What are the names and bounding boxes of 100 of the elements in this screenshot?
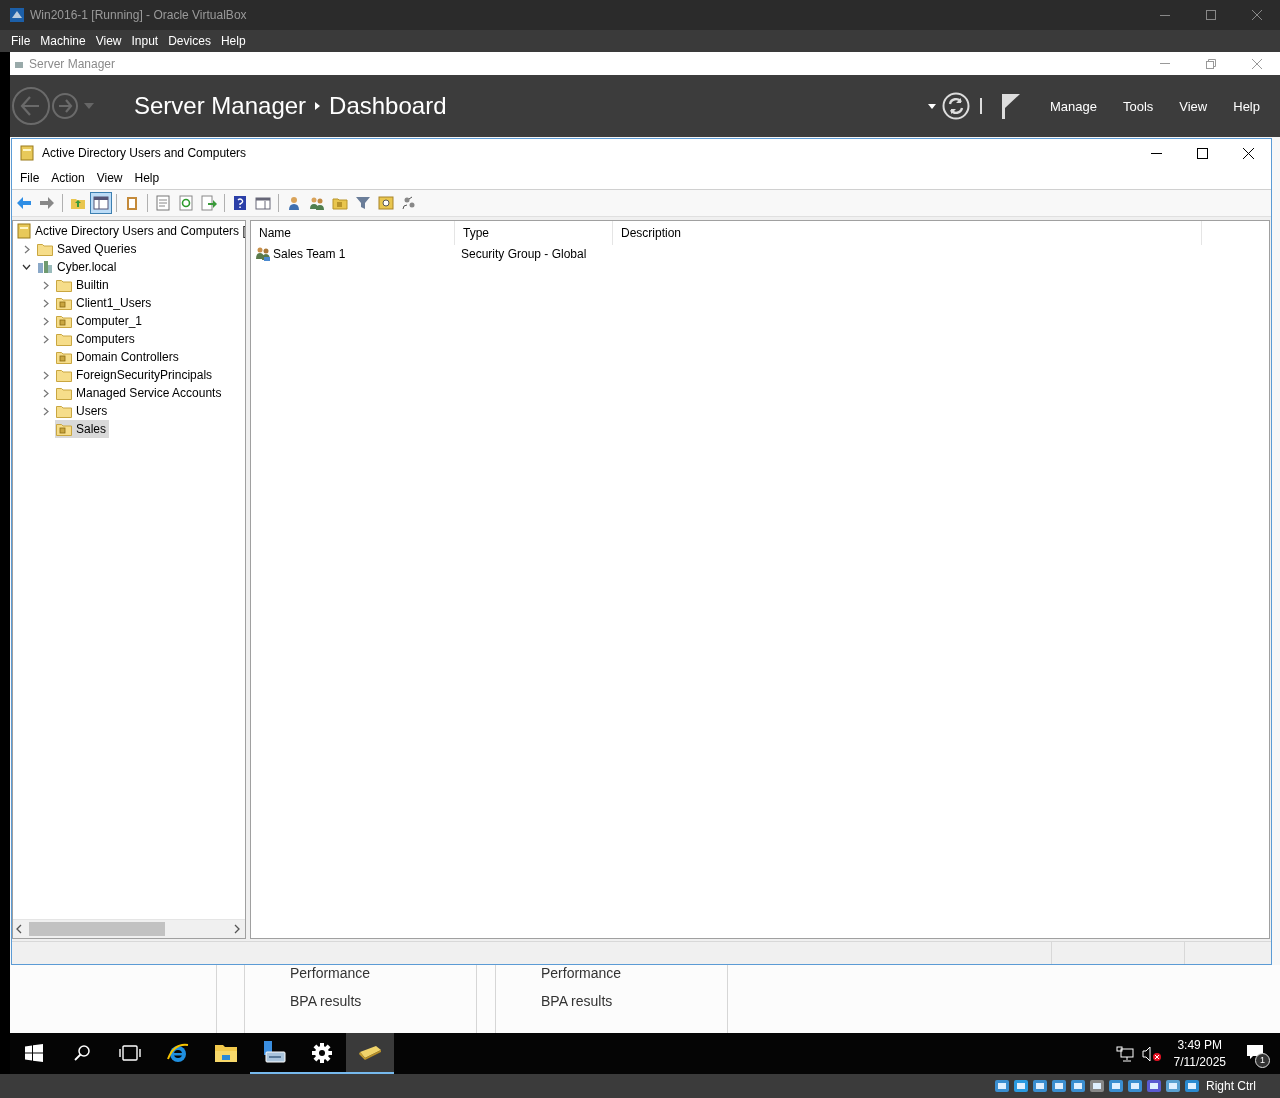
find-icon [378, 195, 394, 211]
breadcrumb-item[interactable]: Server Manager [134, 92, 307, 120]
search-icon [73, 1043, 91, 1062]
close-icon [1252, 10, 1262, 20]
tile-link[interactable]: Performance [290, 965, 476, 982]
breadcrumb-item[interactable]: Dashboard [329, 92, 447, 120]
chevron-right-icon[interactable] [42, 316, 49, 326]
close-icon [1242, 147, 1254, 159]
column-header[interactable]: Name [251, 221, 455, 245]
window-title: Server Manager [29, 56, 117, 71]
tree-item[interactable]: Computer_1 [55, 312, 146, 330]
menu-item[interactable]: Input [126, 30, 164, 52]
table-cell-text: Security Group - Global [460, 247, 588, 261]
menu-item[interactable]: File [14, 167, 46, 189]
menu-item[interactable]: View [90, 167, 129, 189]
menu-item[interactable]: Action [45, 167, 91, 189]
menu-item[interactable]: Machine [35, 30, 91, 52]
chevron-right-icon[interactable] [42, 406, 49, 416]
tree-item[interactable]: Cyber.local [36, 258, 120, 276]
volume-muted-icon[interactable] [1141, 1045, 1162, 1062]
arrow-right-icon [39, 195, 55, 211]
menu-item[interactable]: Manage [1041, 98, 1105, 114]
time-text: 3:49 PM [1177, 1036, 1223, 1054]
tree-item[interactable]: Saved Queries [36, 240, 140, 258]
tree-item[interactable]: Users [55, 402, 111, 420]
capture-icon[interactable] [1146, 1078, 1162, 1094]
chevron-right-icon[interactable] [23, 244, 30, 254]
folder-icon [56, 368, 72, 382]
tree-item[interactable]: ForeignSecurityPrincipals [55, 366, 216, 384]
tree-item[interactable]: Computers [55, 330, 138, 348]
organizational-unit-icon [56, 314, 72, 328]
chevron-right-icon[interactable] [42, 280, 49, 290]
refresh-icon[interactable] [941, 92, 970, 120]
menu-item[interactable]: View [1171, 98, 1216, 114]
taskbar-button[interactable] [346, 1033, 394, 1074]
restore-icon [1206, 58, 1216, 69]
chevron-right-icon[interactable] [42, 370, 49, 380]
tree-item[interactable]: Managed Service Accounts [55, 384, 225, 402]
properties-icon [155, 195, 171, 211]
audio-icon[interactable] [1032, 1078, 1048, 1094]
folder-icon [56, 404, 72, 418]
screens-icon[interactable] [1127, 1078, 1143, 1094]
maximize-icon [1206, 10, 1216, 20]
tree-item[interactable]: Domain Controllers [55, 348, 182, 366]
clipboard-icon [124, 195, 140, 211]
network-icon[interactable] [1115, 1045, 1134, 1062]
tile-link[interactable]: Performance [541, 965, 727, 982]
virtualbox-logo-icon [10, 8, 24, 22]
folder-icon [56, 332, 72, 346]
cpu-icon[interactable] [1165, 1078, 1181, 1094]
tree-item[interactable]: Client1_Users [55, 294, 155, 312]
minimize-icon [1160, 63, 1170, 64]
flag-icon[interactable] [1001, 93, 1020, 119]
directory-icon [357, 1043, 383, 1062]
tile-link[interactable]: BPA results [290, 993, 476, 1010]
windows-logo-icon [25, 1043, 43, 1062]
folder-icon [56, 386, 72, 400]
chevron-right-icon[interactable] [42, 298, 49, 308]
menu-item[interactable]: View [90, 30, 127, 52]
task-view-icon [119, 1043, 141, 1062]
dropdown-caret-icon[interactable] [927, 103, 936, 109]
folder-icon [56, 278, 72, 292]
list-row[interactable]: Sales Team 1 Security Group - Global [251, 245, 1269, 263]
column-header[interactable]: Description [613, 221, 1202, 245]
filter-icon [355, 195, 371, 211]
host-key-label: Right Ctrl [1206, 1079, 1256, 1093]
window-title: Win2016-1 [Running] - Oracle VirtualBox [30, 8, 248, 22]
menu-item[interactable]: Tools [1114, 98, 1162, 114]
column-header[interactable]: Type [455, 221, 613, 245]
console-icon [20, 145, 34, 161]
tree-item[interactable]: Builtin [55, 276, 112, 294]
group-icon [255, 246, 271, 262]
menu-item[interactable]: Help [215, 30, 251, 52]
user-icon [286, 195, 302, 211]
clock[interactable]: 3:49 PM 7/11/2025 [1173, 1036, 1226, 1071]
action-pane-icon [255, 195, 271, 211]
window-title: Active Directory Users and Computers [42, 146, 248, 160]
console-icon [17, 223, 31, 239]
tree-item[interactable]: Sales [55, 420, 110, 438]
menu-item[interactable]: Devices [163, 30, 216, 52]
mouse-icon[interactable] [1184, 1078, 1200, 1094]
server-manager-icon [261, 1039, 287, 1066]
tree-pane-icon [93, 195, 109, 211]
network-icon[interactable] [1051, 1078, 1067, 1094]
scrollbar-thumb[interactable] [29, 922, 165, 936]
chevron-right-icon[interactable] [42, 334, 49, 344]
shared-folder-icon[interactable] [1089, 1078, 1105, 1094]
usb-icon[interactable] [1070, 1078, 1086, 1094]
toolbar-button[interactable] [90, 192, 112, 214]
tile-link[interactable]: BPA results [541, 993, 727, 1010]
gear-icon [311, 1041, 333, 1064]
chevron-right-icon[interactable] [42, 388, 49, 398]
chevron-down-icon[interactable] [22, 264, 31, 270]
menu-item[interactable]: File [6, 30, 36, 52]
tree-item[interactable]: Active Directory Users and Computers [ [16, 222, 245, 240]
menu-item[interactable]: Help [1225, 98, 1268, 114]
help-icon [232, 195, 248, 211]
menu-item[interactable]: Help [128, 167, 166, 189]
display-icon[interactable] [1108, 1078, 1124, 1094]
folder-icon [332, 195, 348, 211]
